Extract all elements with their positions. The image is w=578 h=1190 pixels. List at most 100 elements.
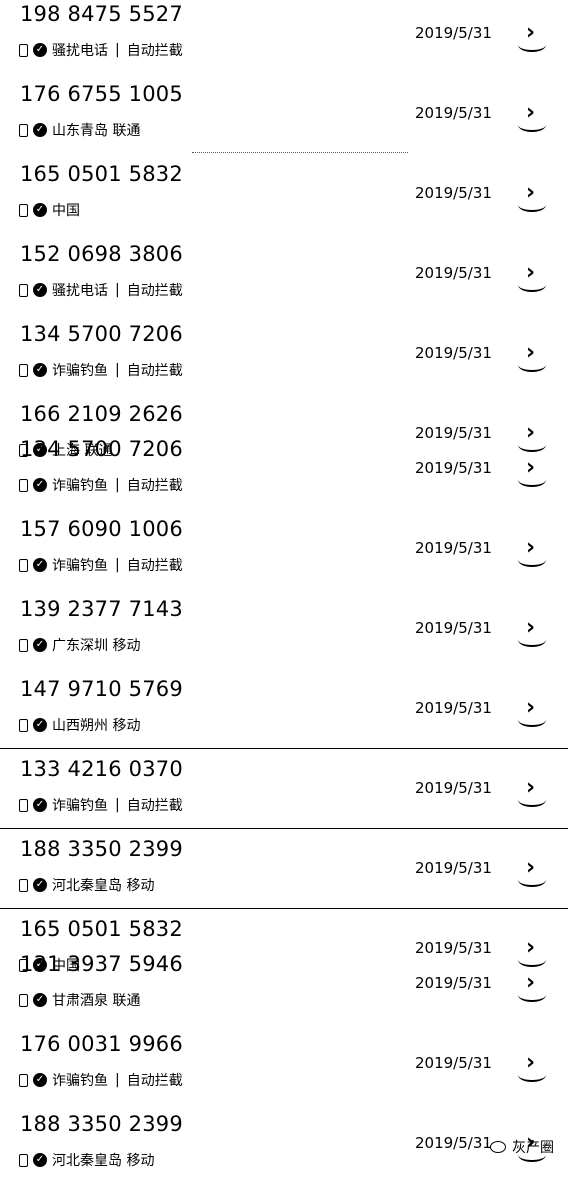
divider <box>0 908 568 909</box>
arc-decoration <box>518 873 546 887</box>
call-tag: 甘肃酒泉 联通 <box>52 993 141 1009</box>
call-tag: 骚扰电话 <box>52 43 108 59</box>
block-status: 自动拦截 <box>126 478 183 494</box>
blocked-check-icon: ✓ <box>33 993 47 1007</box>
detail-button[interactable]: › <box>518 1052 548 1084</box>
detail-button[interactable]: › <box>518 617 548 649</box>
blocked-check-icon: ✓ <box>33 123 47 137</box>
blocked-check-icon: ✓ <box>33 798 47 812</box>
phone-number: 176 0031 9966 <box>20 1032 183 1056</box>
call-date: 2019/5/31 <box>415 344 492 362</box>
arc-decoration <box>518 38 546 52</box>
call-log-row[interactable]: 134 5700 7206 ✓ 诈骗钓鱼 | 自动拦截 2019/5/31 › <box>0 435 578 515</box>
arc-decoration <box>518 793 546 807</box>
detail-button[interactable]: › <box>518 777 548 809</box>
call-meta: ✓ 甘肃酒泉 联通 <box>19 990 154 1010</box>
phone-icon <box>19 283 28 297</box>
call-log-row[interactable]: 152 0698 3806 ✓ 骚扰电话 | 自动拦截 2019/5/31 › <box>0 240 578 320</box>
phone-number: 176 6755 1005 <box>20 82 183 106</box>
detail-button[interactable]: › <box>518 182 548 214</box>
phone-icon <box>19 43 28 57</box>
phone-number: 157 6090 1006 <box>20 517 183 541</box>
block-status: 自动拦截 <box>126 798 183 814</box>
blocked-check-icon: ✓ <box>33 283 47 297</box>
phone-icon <box>19 878 28 892</box>
call-log-row[interactable]: 133 4216 0370 ✓ 诈骗钓鱼 | 自动拦截 2019/5/31 › <box>0 755 578 835</box>
call-date: 2019/5/31 <box>415 699 492 717</box>
call-date: 2019/5/31 <box>415 104 492 122</box>
phone-number: 165 0501 5832 <box>20 917 183 941</box>
phone-icon <box>19 123 28 137</box>
blocked-check-icon: ✓ <box>33 203 47 217</box>
arc-decoration <box>518 633 546 647</box>
call-meta: ✓ 河北秦皇岛 移动 <box>19 1150 168 1170</box>
call-meta: ✓ 骚扰电话 | 自动拦截 <box>19 40 183 60</box>
blocked-check-icon: ✓ <box>33 718 47 732</box>
call-log-row[interactable]: 139 2377 7143 ✓ 广东深圳 移动 2019/5/31 › <box>0 595 578 675</box>
detail-button[interactable]: › <box>518 262 548 294</box>
call-tag: 诈骗钓鱼 <box>52 558 108 574</box>
detail-button[interactable]: › <box>518 697 548 729</box>
phone-icon <box>19 798 28 812</box>
call-date: 2019/5/31 <box>415 24 492 42</box>
tag-separator: | <box>115 362 120 378</box>
detail-button[interactable]: › <box>518 972 548 1004</box>
call-meta: ✓ 诈骗钓鱼 | 自动拦截 <box>19 795 183 815</box>
phone-number: 139 2377 7143 <box>20 597 183 621</box>
divider-dotted <box>192 152 408 153</box>
phone-number: 188 3350 2399 <box>20 1112 183 1136</box>
blocked-check-icon: ✓ <box>33 1073 47 1087</box>
call-date: 2019/5/31 <box>415 1054 492 1072</box>
block-status: 自动拦截 <box>126 283 183 299</box>
call-log-row[interactable]: 176 0031 9966 ✓ 诈骗钓鱼 | 自动拦截 2019/5/31 › <box>0 1030 578 1110</box>
detail-button[interactable]: › <box>518 342 548 374</box>
arc-decoration <box>518 118 546 132</box>
tag-separator: | <box>115 477 120 493</box>
arc-decoration <box>518 473 546 487</box>
phone-icon <box>19 1073 28 1087</box>
phone-number: 131 3937 5946 <box>20 952 183 976</box>
call-log-row[interactable]: 198 8475 5527 ✓ 骚扰电话 | 自动拦截 2019/5/31 › <box>0 0 578 80</box>
call-log-row[interactable]: 188 3350 2399 ✓ 河北秦皇岛 移动 2019/5/31 › <box>0 835 578 915</box>
phone-icon <box>19 993 28 1007</box>
call-tag: 骚扰电话 <box>52 283 108 299</box>
blocked-check-icon: ✓ <box>33 43 47 57</box>
call-meta: ✓ 中国 <box>19 200 94 220</box>
call-meta: ✓ 山西朔州 移动 <box>19 715 154 735</box>
call-meta: ✓ 诈骗钓鱼 | 自动拦截 <box>19 1070 183 1090</box>
call-date: 2019/5/31 <box>415 539 492 557</box>
detail-button[interactable]: › <box>518 537 548 569</box>
call-log-row[interactable]: 147 9710 5769 ✓ 山西朔州 移动 2019/5/31 › <box>0 675 578 755</box>
detail-button[interactable]: › <box>518 457 548 489</box>
call-log-row[interactable]: 157 6090 1006 ✓ 诈骗钓鱼 | 自动拦截 2019/5/31 › <box>0 515 578 595</box>
phone-number: 198 8475 5527 <box>20 2 183 26</box>
arc-decoration <box>518 988 546 1002</box>
call-log-row[interactable]: 176 6755 1005 ✓ 山东青岛 联通 2019/5/31 › <box>0 80 578 160</box>
watermark: 灰产圈 <box>490 1137 554 1157</box>
call-log-row[interactable]: 165 0501 5832 ✓ 中国 2019/5/31 › <box>0 160 578 240</box>
call-tag: 诈骗钓鱼 <box>52 1073 108 1089</box>
detail-button[interactable]: › <box>518 102 548 134</box>
phone-number: 166 2109 2626 <box>20 402 183 426</box>
phone-icon <box>19 718 28 732</box>
block-status: 自动拦截 <box>126 43 183 59</box>
call-meta: ✓ 山东青岛 联通 <box>19 120 154 140</box>
call-tag: 广东深圳 移动 <box>52 638 141 654</box>
call-date: 2019/5/31 <box>415 264 492 282</box>
detail-button[interactable]: › <box>518 22 548 54</box>
call-meta: ✓ 骚扰电话 | 自动拦截 <box>19 280 183 300</box>
phone-icon <box>19 558 28 572</box>
phone-number: 152 0698 3806 <box>20 242 183 266</box>
call-date: 2019/5/31 <box>415 619 492 637</box>
arc-decoration <box>518 278 546 292</box>
phone-number: 147 9710 5769 <box>20 677 183 701</box>
detail-button[interactable]: › <box>518 857 548 889</box>
phone-number: 133 4216 0370 <box>20 757 183 781</box>
call-tag: 河北秦皇岛 移动 <box>52 1153 155 1169</box>
arc-decoration <box>518 553 546 567</box>
phone-number: 134 5700 7206 <box>20 437 183 461</box>
call-log-row[interactable]: 131 3937 5946 ✓ 甘肃酒泉 联通 2019/5/31 › <box>0 950 578 1030</box>
phone-icon <box>19 638 28 652</box>
call-log-row[interactable]: 134 5700 7206 ✓ 诈骗钓鱼 | 自动拦截 2019/5/31 › <box>0 320 578 400</box>
phone-number: 188 3350 2399 <box>20 837 183 861</box>
